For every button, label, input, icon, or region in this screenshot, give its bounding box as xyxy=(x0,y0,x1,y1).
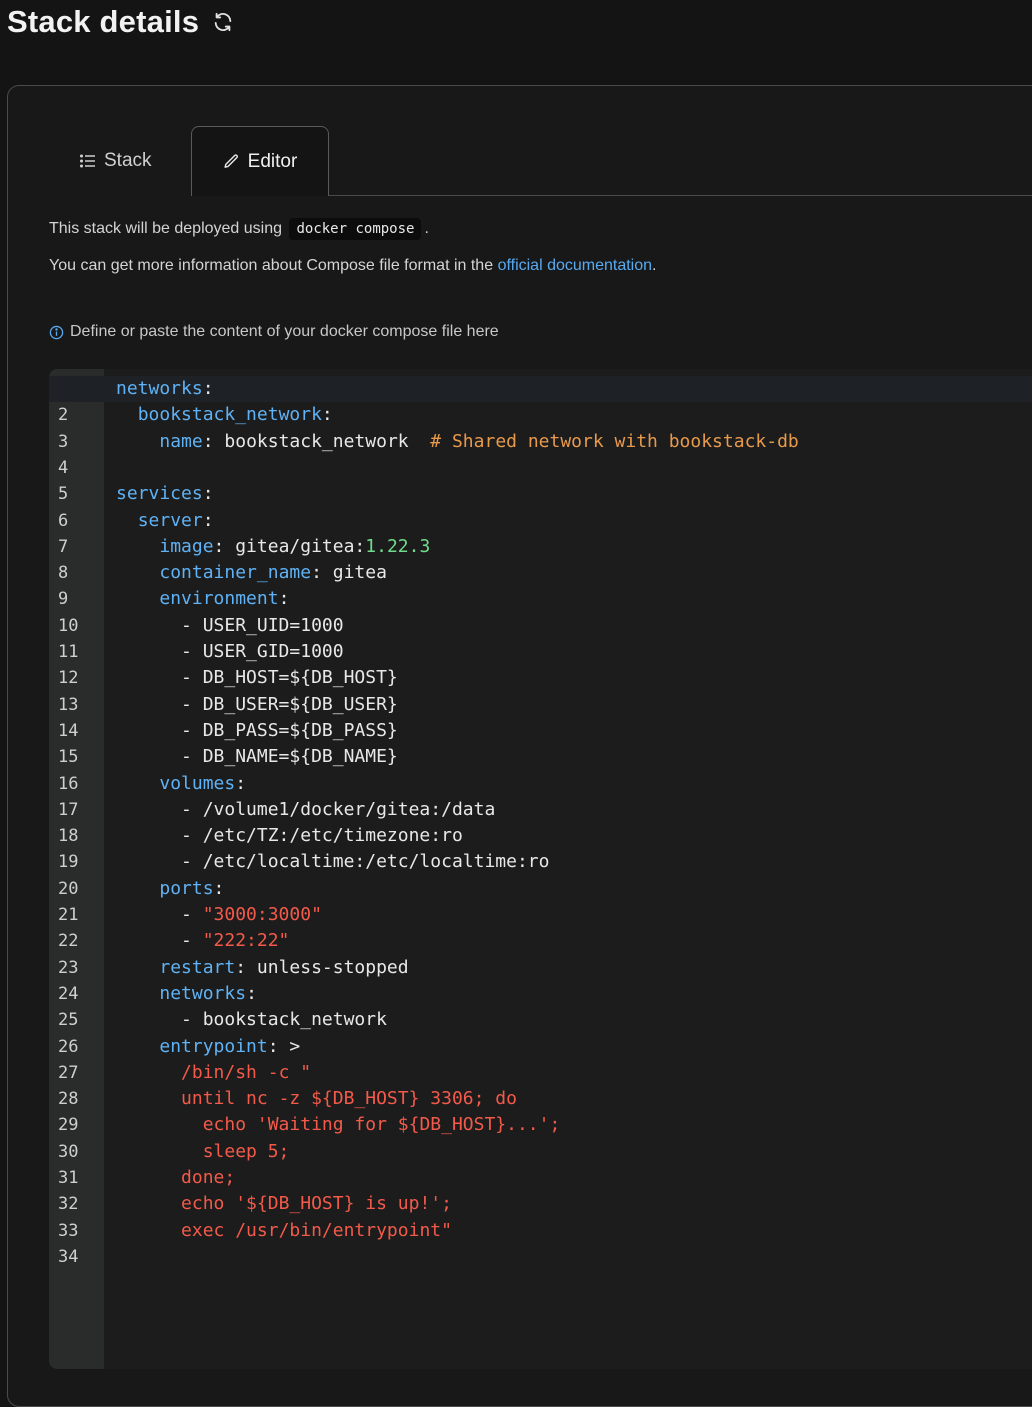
deploy-info: This stack will be deployed using docker… xyxy=(49,218,429,240)
code-line[interactable]: server: xyxy=(116,508,214,534)
code-line[interactable]: - /volume1/docker/gitea:/data xyxy=(116,797,495,823)
docker-compose-code: docker compose xyxy=(289,218,422,240)
code-line[interactable]: done; xyxy=(116,1165,235,1191)
code-line[interactable]: networks: xyxy=(116,376,214,402)
editor-hint: Define or paste the content of your dock… xyxy=(49,323,499,341)
line-number: 21 xyxy=(58,905,79,925)
code-line[interactable]: echo '${DB_HOST} is up!'; xyxy=(116,1191,452,1217)
code-line[interactable]: bookstack_network: xyxy=(116,402,333,428)
line-number: 32 xyxy=(58,1194,79,1215)
line-number: 23 xyxy=(58,957,79,978)
tab-bar: Stack Editor xyxy=(48,126,1032,196)
code-editor[interactable]: 1234567891011121314151617181920212223242… xyxy=(49,369,1032,1369)
official-documentation-link[interactable]: official documentation xyxy=(498,257,652,274)
editor-hint-text: Define or paste the content of your dock… xyxy=(70,323,499,340)
line-number: 33 xyxy=(58,1220,79,1241)
code-line[interactable]: - DB_HOST=${DB_HOST} xyxy=(116,665,398,691)
code-line[interactable]: - /etc/TZ:/etc/timezone:ro xyxy=(116,823,463,849)
line-number: 28 xyxy=(58,1089,79,1110)
code-line[interactable]: image: gitea/gitea:1.22.3 xyxy=(116,534,430,560)
code-line[interactable]: exec /usr/bin/entrypoint" xyxy=(116,1218,452,1244)
line-number: 17 xyxy=(58,799,79,820)
line-number: 30 xyxy=(58,1141,79,1162)
code-line[interactable]: entrypoint: > xyxy=(116,1034,300,1060)
line-number: 10 xyxy=(58,615,79,636)
line-number: 9 xyxy=(58,589,69,610)
tab-stack-label: Stack xyxy=(104,150,152,171)
line-number: 8 xyxy=(58,563,69,584)
code-line[interactable]: sleep 5; xyxy=(116,1139,290,1165)
info-circle-icon xyxy=(49,325,64,340)
line-number: 14 xyxy=(58,720,79,741)
line-number: 5 xyxy=(58,484,69,505)
line-number-gutter: 1234567891011121314151617181920212223242… xyxy=(49,369,104,1369)
code-line[interactable]: volumes: xyxy=(116,771,246,797)
line-number: 34 xyxy=(58,1246,79,1267)
code-line[interactable]: networks: xyxy=(116,981,257,1007)
line-number: 24 xyxy=(58,983,79,1004)
line-number: 3 xyxy=(58,431,69,452)
refresh-icon[interactable] xyxy=(211,10,235,34)
pencil-icon xyxy=(223,153,240,170)
stack-card: Stack Editor This stack will be deployed… xyxy=(7,85,1032,1407)
code-line[interactable]: - bookstack_network xyxy=(116,1007,387,1033)
line-number: 19 xyxy=(58,852,79,873)
code-line[interactable]: services: xyxy=(116,481,214,507)
code-line[interactable]: restart: unless-stopped xyxy=(116,955,408,981)
deploy-info-suffix: . xyxy=(424,220,429,237)
line-number: 13 xyxy=(58,694,79,715)
line-number: 22 xyxy=(58,931,79,952)
line-number: 2 xyxy=(58,405,69,426)
code-line[interactable]: - /etc/localtime:/etc/localtime:ro xyxy=(116,849,549,875)
line-number: 20 xyxy=(58,878,79,899)
code-line[interactable]: - USER_UID=1000 xyxy=(116,613,344,639)
line-number: 4 xyxy=(58,457,69,478)
line-number: 12 xyxy=(58,668,79,689)
compose-doc-suffix: . xyxy=(652,257,657,274)
list-icon xyxy=(80,154,96,168)
code-line[interactable]: until nc -z ${DB_HOST} 3306; do xyxy=(116,1086,517,1112)
tab-editor[interactable]: Editor xyxy=(191,126,329,196)
compose-doc-text: You can get more information about Compo… xyxy=(49,257,494,274)
code-line[interactable]: - "3000:3000" xyxy=(116,902,322,928)
line-number: 16 xyxy=(58,773,79,794)
line-number: 27 xyxy=(58,1062,79,1083)
code-line[interactable]: - DB_PASS=${DB_PASS} xyxy=(116,718,398,744)
code-line[interactable]: - "222:22" xyxy=(116,928,289,954)
code-line[interactable]: /bin/sh -c " xyxy=(116,1060,311,1086)
code-line[interactable]: echo 'Waiting for ${DB_HOST}...'; xyxy=(116,1112,561,1138)
line-number: 25 xyxy=(58,1010,79,1031)
tab-editor-label: Editor xyxy=(247,150,298,172)
compose-doc-info: You can get more information about Compo… xyxy=(49,257,656,275)
line-number: 7 xyxy=(58,536,69,557)
code-line[interactable]: - USER_GID=1000 xyxy=(116,639,344,665)
line-number: 31 xyxy=(58,1168,79,1188)
code-line[interactable]: environment: xyxy=(116,586,289,612)
code-line[interactable]: - DB_NAME=${DB_NAME} xyxy=(116,744,398,770)
page-title: Stack details xyxy=(7,4,200,39)
line-number: 29 xyxy=(58,1115,79,1136)
code-line[interactable]: ports: xyxy=(116,876,224,902)
line-number: 6 xyxy=(58,510,69,531)
line-number: 18 xyxy=(58,826,79,847)
page-header: Stack details xyxy=(7,0,235,44)
line-number: 26 xyxy=(58,1036,79,1057)
code-line[interactable]: container_name: gitea xyxy=(116,560,387,586)
line-number: 15 xyxy=(58,747,79,768)
code-line[interactable]: - DB_USER=${DB_USER} xyxy=(116,692,398,718)
deploy-info-text: This stack will be deployed using xyxy=(49,220,283,237)
code-line[interactable]: name: bookstack_network # Shared network… xyxy=(116,429,798,455)
line-number: 11 xyxy=(58,642,79,662)
tab-stack[interactable]: Stack xyxy=(80,126,152,196)
